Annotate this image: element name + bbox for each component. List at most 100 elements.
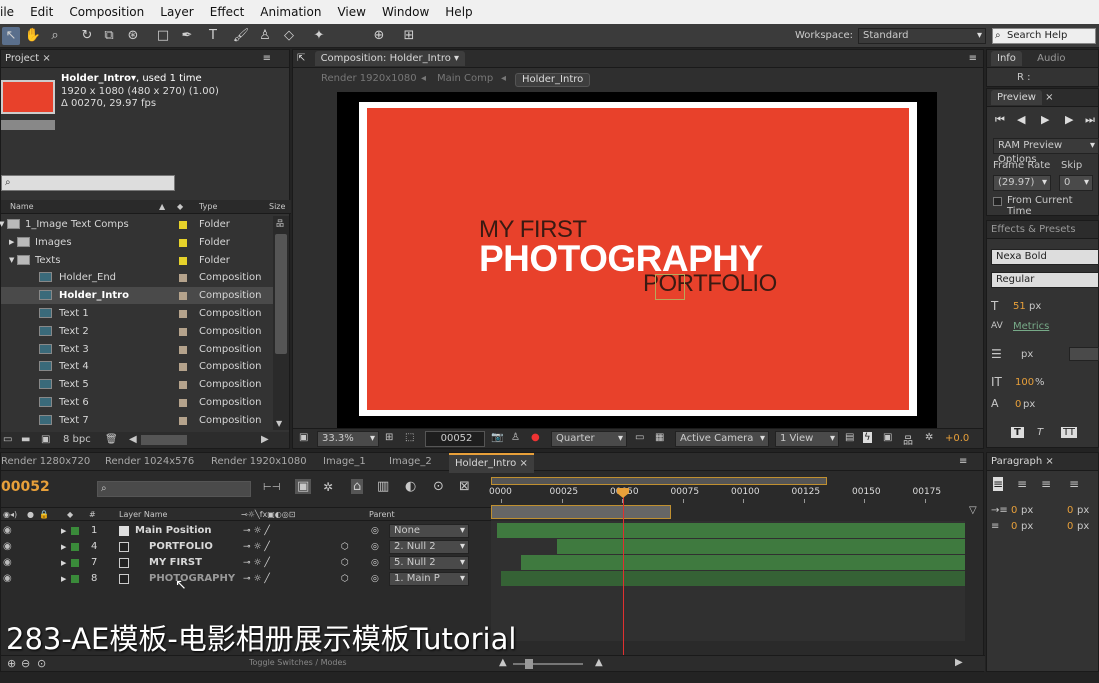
project-item[interactable]: Text 1 Composition xyxy=(1,305,273,322)
close-icon[interactable]: × xyxy=(42,53,50,64)
brainstorm-icon[interactable]: ⊠ xyxy=(459,479,470,494)
indent-left-value[interactable]: 0 xyxy=(1011,505,1017,516)
zoom-out-icon[interactable]: ▲ xyxy=(499,657,507,668)
all-caps-icon[interactable]: TT xyxy=(1061,427,1078,438)
audio-tab[interactable]: Audio xyxy=(1037,53,1065,64)
play-icon[interactable]: ▶ xyxy=(1041,113,1049,126)
expand-triangle-icon[interactable]: ▶ xyxy=(9,234,14,251)
breadcrumb-current[interactable]: Holder_Intro xyxy=(515,73,591,87)
font-family-dropdown[interactable]: Nexa Bold xyxy=(991,249,1099,265)
font-size-value[interactable]: 51 xyxy=(1013,301,1026,312)
col-name[interactable]: Name xyxy=(10,200,34,214)
vertical-scale-value[interactable]: 100 xyxy=(1015,377,1034,388)
channel-icon[interactable]: ● xyxy=(531,432,540,443)
magnification-dropdown[interactable]: 33.3% xyxy=(317,431,379,447)
preview-tab[interactable]: Preview xyxy=(991,90,1042,105)
puppet-tool-icon[interactable]: ✦ xyxy=(310,27,328,45)
layer-bar[interactable] xyxy=(521,555,965,570)
frame-blending-icon[interactable]: ▥ xyxy=(377,479,389,494)
grid-icon[interactable]: ⊞ xyxy=(385,432,393,443)
expand-triangle-icon[interactable]: ▶ xyxy=(61,539,66,555)
label-color-swatch[interactable] xyxy=(71,543,79,551)
project-item[interactable]: Text 7 Composition xyxy=(1,412,273,429)
show-snapshot-icon[interactable]: ♙ xyxy=(511,432,520,443)
from-current-checkbox[interactable] xyxy=(993,197,1002,206)
timeline-icon[interactable]: ▣ xyxy=(883,432,892,443)
label-color-swatch[interactable] xyxy=(179,363,187,372)
project-item[interactable]: Text 5 Composition xyxy=(1,376,273,393)
in-out-icon[interactable]: ⊙ xyxy=(37,657,46,670)
parent-dropdown[interactable]: None xyxy=(389,524,469,538)
col-type[interactable]: Type xyxy=(199,200,217,214)
menu-animation[interactable]: Animation xyxy=(252,5,329,19)
justify-icon[interactable]: ≡ xyxy=(1069,477,1079,491)
eye-icon[interactable]: ◉ xyxy=(3,571,12,587)
region-icon[interactable]: ⬚ xyxy=(405,432,414,443)
flowchart-icon[interactable]: 品 xyxy=(903,432,913,447)
trash-icon[interactable]: 🗑 xyxy=(105,432,118,448)
expand-triangle-icon[interactable]: ▼ xyxy=(0,216,4,233)
eraser-tool-icon[interactable]: ◇ xyxy=(280,27,298,45)
project-item[interactable]: Text 6 Composition xyxy=(1,394,273,411)
parent-dropdown[interactable]: 5. Null 2 xyxy=(389,556,469,570)
clone-stamp-tool-icon[interactable]: ♙ xyxy=(256,27,274,45)
layer-bar[interactable] xyxy=(557,539,965,554)
comp-mini-flowchart-icon[interactable]: ⊢⊣ xyxy=(263,482,280,493)
layer-switches[interactable]: ⊸ ☼ ╱ xyxy=(243,539,270,555)
exposure-icon[interactable]: ✲ xyxy=(925,432,933,443)
layer-switches[interactable]: ⊸ ☼ ╱ xyxy=(243,555,270,571)
expand-triangle-icon[interactable]: ▼ xyxy=(9,252,14,269)
layer-search-input[interactable]: ⌕ xyxy=(97,481,251,497)
font-style-dropdown[interactable]: Regular xyxy=(991,272,1099,288)
layer-name[interactable]: Main Position xyxy=(135,523,212,539)
toggle-pixel-aspect-icon[interactable]: ▤ xyxy=(845,432,854,443)
indent-right-value[interactable]: 0 xyxy=(1067,505,1073,516)
playhead-line[interactable] xyxy=(623,489,624,661)
panel-menu-icon[interactable]: ≡ xyxy=(959,453,967,471)
fast-preview-icon[interactable]: ϟ xyxy=(863,432,872,443)
always-preview-icon[interactable]: ▣ xyxy=(299,432,308,443)
comp-viewer[interactable]: MY FIRST PHOTOGRAPHY PORTFOLIO xyxy=(337,92,937,428)
project-item[interactable]: Holder_Intro Composition xyxy=(1,287,273,305)
project-search-input[interactable]: ⌕ xyxy=(1,175,175,191)
label-color-swatch[interactable] xyxy=(179,292,187,301)
workspace-dropdown[interactable]: Standard xyxy=(858,28,986,44)
layer-bar[interactable] xyxy=(501,571,965,586)
label-color-swatch[interactable] xyxy=(179,310,187,318)
zoom-navigator[interactable] xyxy=(491,505,671,519)
first-frame-icon[interactable]: ⏮ xyxy=(995,113,1005,127)
timeline-tab[interactable]: Image_1 xyxy=(323,453,366,471)
layer-name[interactable]: PHOTOGRAPHY xyxy=(149,571,235,587)
toggle-switches-modes[interactable]: Toggle Switches / Modes xyxy=(249,658,347,667)
parent-dropdown[interactable]: 1. Main P xyxy=(389,572,469,586)
live-update-icon[interactable]: ▣ xyxy=(295,479,312,494)
draft-3d-icon[interactable]: ✲ xyxy=(323,480,333,494)
baseline-value[interactable]: 0 xyxy=(1015,399,1021,410)
expand-triangle-icon[interactable]: ▶ xyxy=(61,571,66,587)
timeline-tab[interactable]: Render 1280x720 xyxy=(1,453,90,471)
current-time-field[interactable]: 00052 xyxy=(425,431,485,447)
breadcrumb-item[interactable]: Render 1920x1080 xyxy=(321,70,417,88)
camera-dropdown[interactable]: Active Camera xyxy=(675,431,769,447)
motion-blur-icon[interactable]: ◐ xyxy=(405,479,416,494)
project-item[interactable]: Holder_End Composition xyxy=(1,269,273,286)
work-area-bar[interactable] xyxy=(491,477,827,485)
eye-icon[interactable]: ◉ xyxy=(3,523,12,539)
close-icon[interactable]: × xyxy=(519,458,527,469)
expand-triangle-icon[interactable]: ▶ xyxy=(61,523,66,539)
hand-tool-icon[interactable]: ✋ xyxy=(24,27,42,45)
type-tool-icon[interactable]: T xyxy=(204,27,222,45)
pick-whip-icon[interactable]: ◎ xyxy=(371,523,379,539)
timeline-current-time[interactable]: 00052 xyxy=(1,479,50,495)
label-color-swatch[interactable] xyxy=(179,327,187,336)
camera-tool-icon[interactable]: ⧉ xyxy=(100,27,118,45)
comp-button-icon[interactable]: ▽ xyxy=(969,505,977,516)
panel-menu-icon[interactable]: ≡ xyxy=(263,50,271,68)
project-item[interactable]: ▼ Texts Folder xyxy=(1,252,273,269)
menu-window[interactable]: Window xyxy=(374,5,437,19)
menu-help[interactable]: Help xyxy=(437,5,480,19)
timeline-tab[interactable]: Image_2 xyxy=(389,453,432,471)
frame-rate-dropdown[interactable]: (29.97) xyxy=(993,175,1051,191)
scroll-down-icon[interactable]: ▼ xyxy=(276,419,282,428)
rectangle-tool-icon[interactable]: □ xyxy=(154,27,172,45)
